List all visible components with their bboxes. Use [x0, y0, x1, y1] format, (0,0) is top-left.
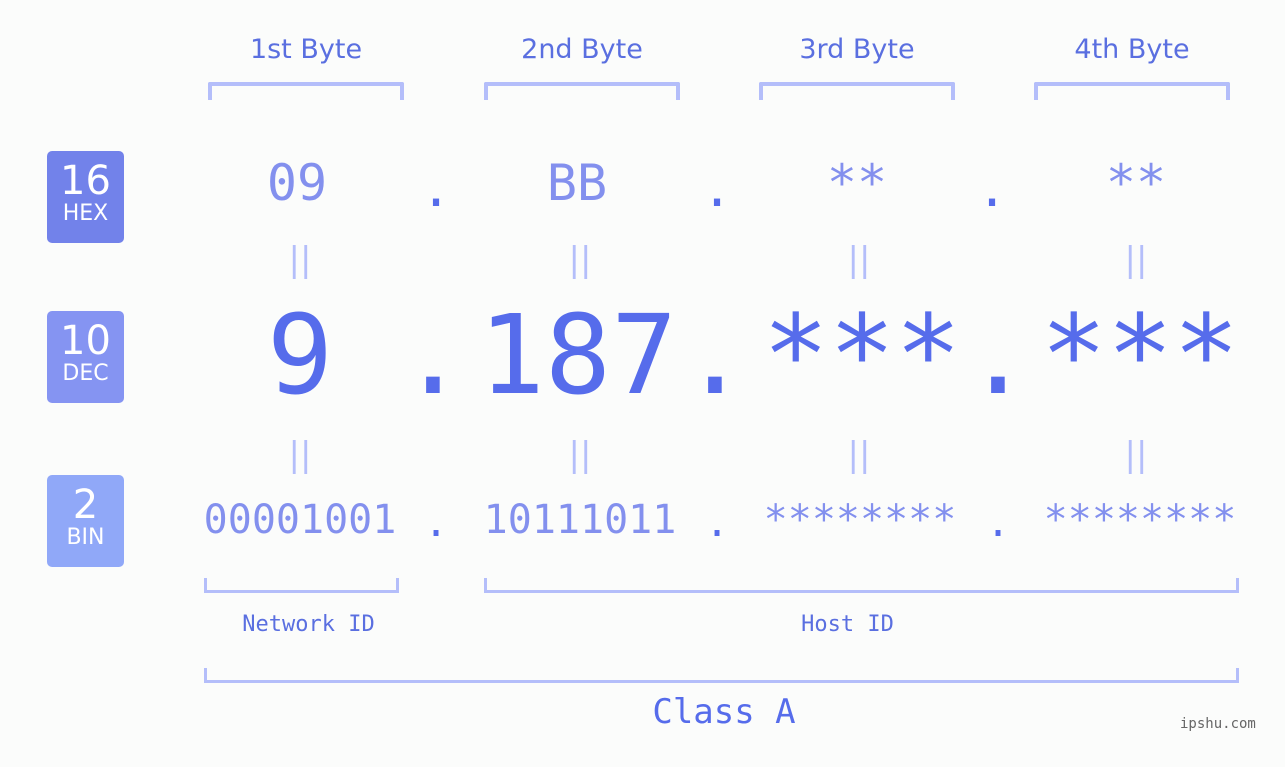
- dec-badge-number: 10: [60, 318, 111, 364]
- class-bracket: [204, 668, 1239, 683]
- bin-badge-number: 2: [72, 482, 99, 528]
- bin-separator-3: .: [985, 500, 1011, 546]
- equals-hex-dec-1: ||: [288, 240, 312, 280]
- byte-bracket-1: [208, 82, 404, 100]
- hex-byte-1: 09: [266, 154, 328, 212]
- hex-byte-4: **: [1105, 154, 1167, 212]
- network-id-label: Network ID: [242, 612, 375, 637]
- bin-badge-label: BIN: [66, 525, 105, 550]
- dec-separator-3: .: [964, 291, 1032, 419]
- byte-bracket-3: [759, 82, 955, 100]
- equals-hex-dec-3: ||: [847, 240, 871, 280]
- hex-badge-number: 16: [60, 158, 111, 204]
- bin-badge: 2 BIN: [47, 475, 124, 567]
- dec-badge: 10 DEC: [47, 311, 124, 403]
- bin-byte-3: ********: [763, 497, 957, 543]
- bin-byte-1: 00001001: [203, 497, 397, 543]
- bin-separator-1: .: [423, 500, 449, 546]
- byte-bracket-4: [1034, 82, 1230, 100]
- dec-separator-1: .: [399, 291, 467, 419]
- watermark: ipshu.com: [1180, 716, 1256, 732]
- bin-byte-4: ********: [1043, 497, 1237, 543]
- dec-byte-4: ***: [1040, 291, 1240, 419]
- dec-byte-2: 187: [478, 291, 678, 419]
- byte-header-1: 1st Byte: [249, 34, 363, 65]
- byte-header-3: 3rd Byte: [799, 34, 915, 65]
- network-id-bracket: [204, 578, 399, 593]
- byte-bracket-2: [484, 82, 680, 100]
- hex-separator-1: .: [420, 160, 452, 218]
- equals-hex-dec-2: ||: [568, 240, 592, 280]
- host-id-label: Host ID: [801, 612, 894, 637]
- dec-byte-3: ***: [762, 291, 962, 419]
- dec-badge-label: DEC: [62, 361, 109, 386]
- dec-byte-1: 9: [266, 291, 334, 419]
- dec-separator-2: .: [681, 291, 749, 419]
- byte-header-2: 2nd Byte: [521, 34, 643, 65]
- byte-header-4: 4th Byte: [1074, 34, 1190, 65]
- host-id-bracket: [484, 578, 1239, 593]
- bin-separator-2: .: [704, 500, 730, 546]
- equals-dec-bin-4: ||: [1124, 435, 1148, 475]
- equals-dec-bin-3: ||: [847, 435, 871, 475]
- hex-byte-3: **: [826, 154, 888, 212]
- equals-dec-bin-2: ||: [568, 435, 592, 475]
- bin-byte-2: 10111011: [483, 497, 677, 543]
- hex-separator-2: .: [701, 160, 733, 218]
- equals-hex-dec-4: ||: [1124, 240, 1148, 280]
- hex-badge: 16 HEX: [47, 151, 124, 243]
- hex-badge-label: HEX: [62, 201, 109, 226]
- hex-separator-3: .: [976, 160, 1008, 218]
- class-label: Class A: [652, 692, 796, 732]
- equals-dec-bin-1: ||: [288, 435, 312, 475]
- hex-byte-2: BB: [546, 154, 608, 212]
